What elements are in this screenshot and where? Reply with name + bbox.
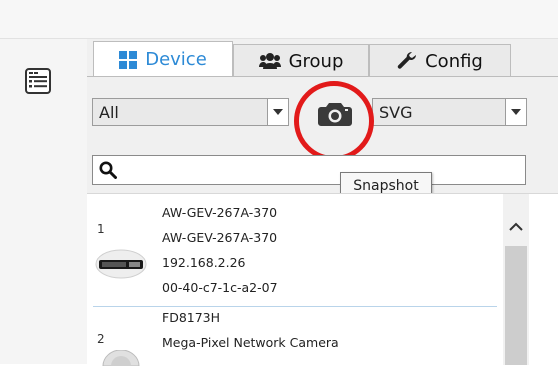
device-model: AW-GEV-267A-370: [162, 205, 278, 220]
device-panel: Device Group Config All SVG Snapshot 1 A…: [87, 39, 558, 366]
tooltip-text: Snapshot: [353, 178, 419, 194]
item-index: 2: [97, 332, 105, 346]
users-icon: [258, 53, 281, 69]
list-divider: [93, 306, 497, 307]
tab-config-label: Config: [425, 50, 483, 72]
wrench-icon: [397, 51, 417, 69]
layout-select[interactable]: SVG: [372, 98, 527, 126]
switch-device-icon: [95, 249, 147, 279]
device-model: FD8173H: [162, 310, 221, 325]
tab-underline: [87, 76, 558, 77]
tab-group-label: Group: [288, 50, 344, 72]
layout-select-value: SVG: [379, 102, 413, 122]
scroll-up-icon[interactable]: [503, 216, 529, 236]
tab-group[interactable]: Group: [233, 44, 369, 77]
top-bar: [0, 0, 558, 39]
highlight-circle: [294, 81, 374, 161]
list-scrollbar[interactable]: [503, 194, 529, 365]
chevron-down-icon[interactable]: [267, 99, 288, 125]
device-name: AW-GEV-267A-370: [162, 230, 278, 245]
search-input[interactable]: [92, 155, 526, 185]
left-sidebar: [0, 39, 87, 364]
item-index: 1: [97, 222, 105, 236]
tab-device-label: Device: [145, 49, 207, 70]
device-name: Mega-Pixel Network Camera: [162, 335, 339, 350]
tab-device[interactable]: Device: [93, 41, 233, 77]
filter-select[interactable]: All: [92, 98, 289, 126]
scrollbar-thumb[interactable]: [505, 246, 527, 365]
list-item[interactable]: 1 AW-GEV-267A-370 AW-GEV-267A-370 192.16…: [87, 194, 502, 302]
search-icon: [99, 161, 117, 179]
device-ip: 192.168.2.26: [162, 255, 246, 270]
list-item[interactable]: 2 FD8173H Mega-Pixel Network Camera: [87, 310, 502, 366]
device-list-icon[interactable]: [24, 67, 52, 95]
filter-select-value: All: [99, 102, 119, 122]
device-list: 1 AW-GEV-267A-370 AW-GEV-267A-370 192.16…: [87, 193, 558, 366]
tab-config[interactable]: Config: [369, 44, 511, 77]
tab-bar: Device Group Config: [87, 39, 558, 77]
grid-icon: [119, 50, 138, 69]
chevron-down-icon[interactable]: [505, 99, 526, 125]
device-mac: 00-40-c7-1c-a2-07: [162, 280, 278, 295]
